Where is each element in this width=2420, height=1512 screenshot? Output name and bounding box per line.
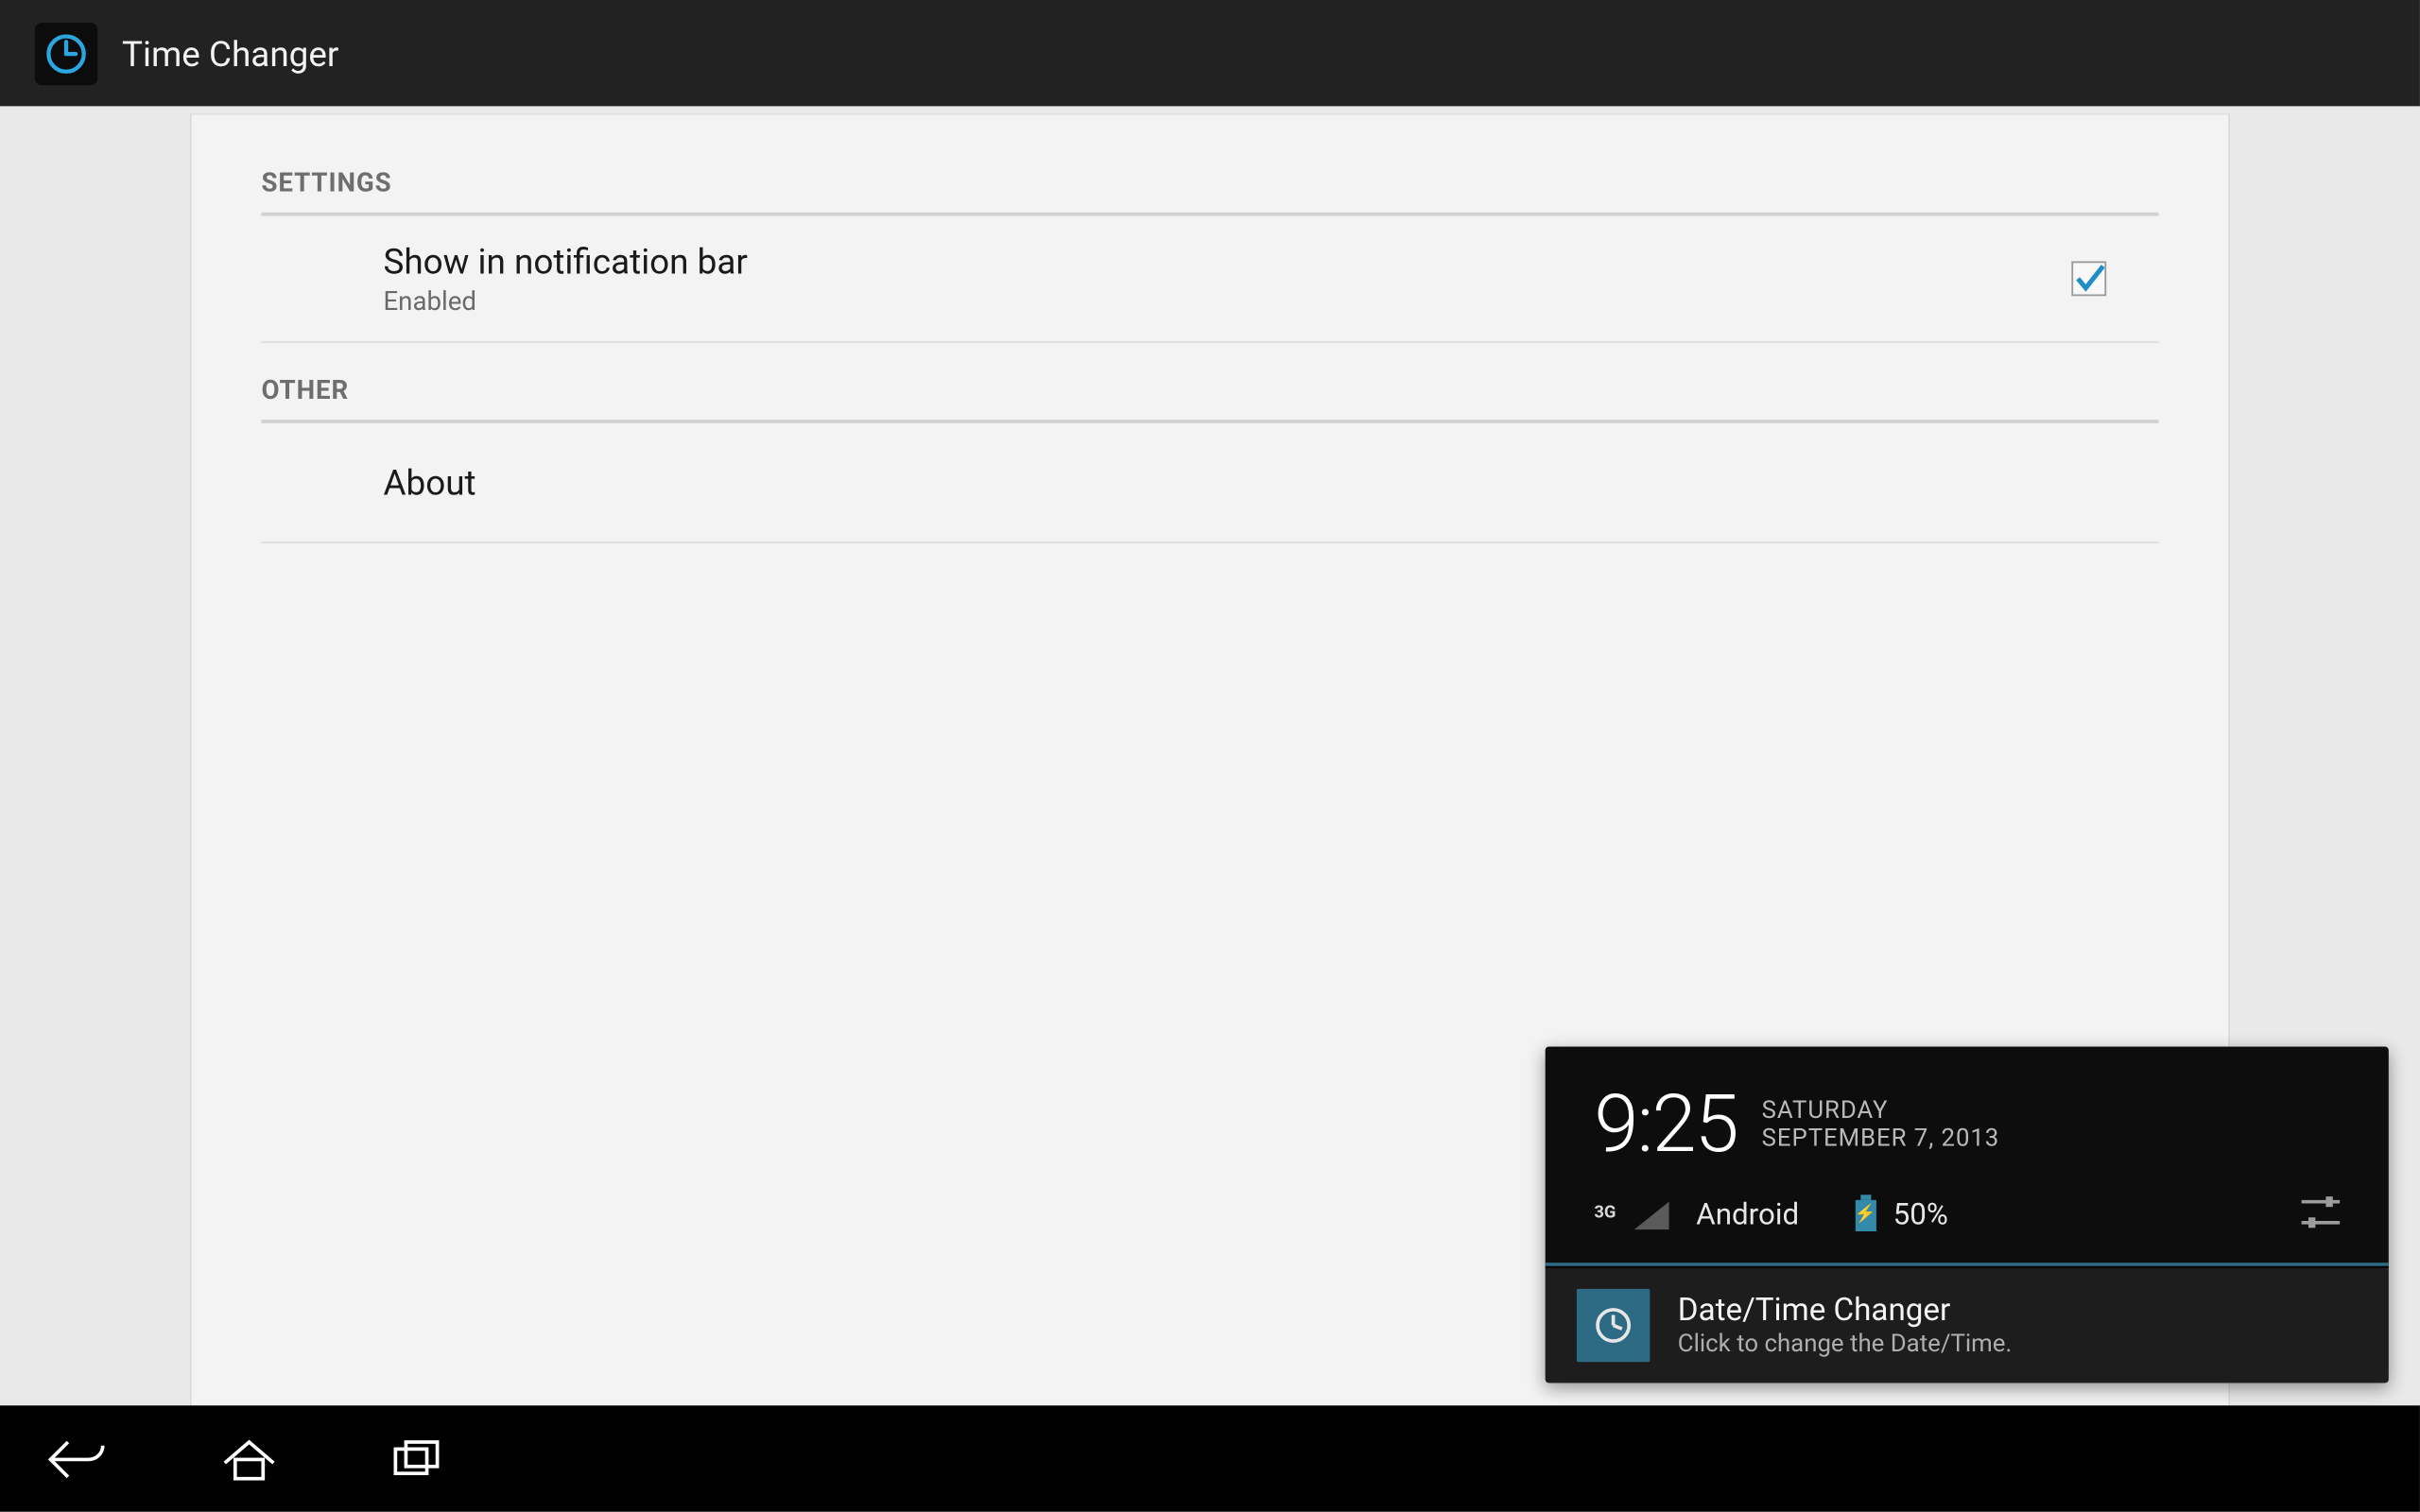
shade-header[interactable]: 9:25 SATURDAY SEPTEMBER 7, 2013 xyxy=(1546,1047,2389,1190)
section-header-settings: SETTINGS xyxy=(261,115,2158,216)
back-icon xyxy=(43,1435,113,1484)
section-header-other: OTHER xyxy=(261,343,2158,423)
shade-status-row: 3G Android ⚡ 50% xyxy=(1546,1190,2389,1266)
sliders-icon xyxy=(2298,1193,2343,1231)
shade-day: SATURDAY xyxy=(1762,1097,2000,1125)
carrier-label: Android xyxy=(1696,1198,1799,1233)
clock-icon xyxy=(42,28,91,77)
row-show-in-notification-bar[interactable]: Show in notification bar Enabled xyxy=(261,216,2158,344)
signal-icon xyxy=(1634,1202,1668,1229)
system-nav-bar xyxy=(0,1405,2420,1511)
clock-icon xyxy=(1593,1304,1634,1346)
battery-percent: 50% xyxy=(1893,1198,1948,1233)
notification-title: Date/Time Changer xyxy=(1678,1293,2012,1330)
notification-shade: 9:25 SATURDAY SEPTEMBER 7, 2013 3G Andro… xyxy=(1546,1047,2389,1383)
row-title: Show in notification bar xyxy=(383,240,747,282)
row-subtitle: Enabled xyxy=(383,285,747,317)
home-icon xyxy=(215,1435,285,1484)
app-icon xyxy=(35,22,97,84)
row-about[interactable]: About xyxy=(261,423,2158,543)
notification-item-date-time-changer[interactable]: Date/Time Changer Click to change the Da… xyxy=(1546,1266,2389,1383)
battery-icon: ⚡ xyxy=(1855,1200,1876,1231)
checkbox-show-notif[interactable] xyxy=(2071,261,2106,296)
network-type-label: 3G xyxy=(1594,1204,1616,1223)
checkmark-icon xyxy=(2073,261,2104,296)
section-header-label: SETTINGS xyxy=(261,167,2158,198)
section-header-label: OTHER xyxy=(261,374,2158,405)
notification-icon xyxy=(1577,1289,1650,1362)
notification-subtitle: Click to change the Date/Time. xyxy=(1678,1331,2012,1358)
recents-icon xyxy=(389,1435,451,1484)
home-button[interactable] xyxy=(209,1427,289,1489)
quick-settings-button[interactable] xyxy=(2298,1193,2343,1238)
bolt-icon: ⚡ xyxy=(1855,1207,1876,1224)
shade-clock: 9:25 xyxy=(1594,1078,1737,1173)
recents-button[interactable] xyxy=(380,1427,460,1489)
shade-date: SEPTEMBER 7, 2013 xyxy=(1762,1125,2000,1153)
action-bar: Time Changer xyxy=(0,0,2420,106)
back-button[interactable] xyxy=(39,1427,119,1489)
app-title: Time Changer xyxy=(122,32,338,74)
row-title: About xyxy=(383,461,475,503)
